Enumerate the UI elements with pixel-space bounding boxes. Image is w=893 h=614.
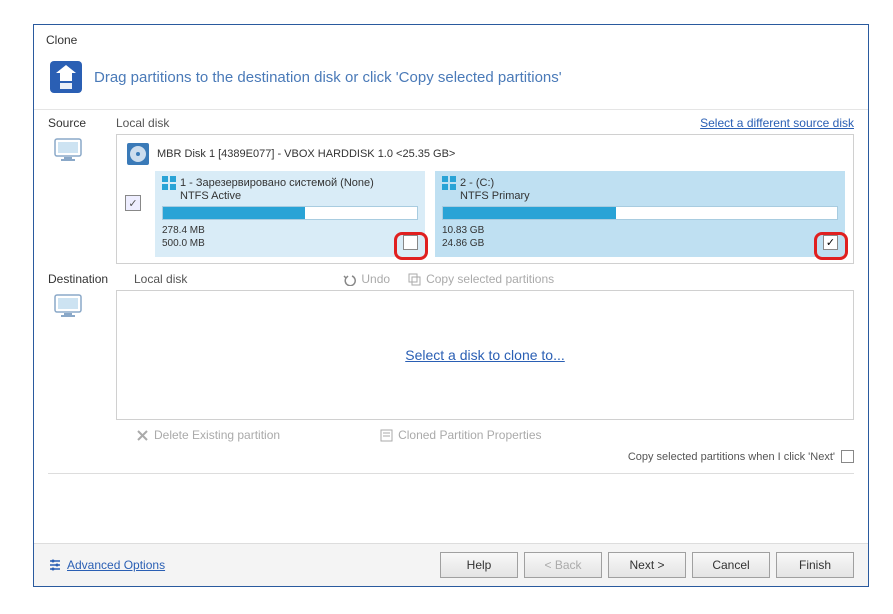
monitor-icon xyxy=(54,138,82,162)
partitions-row: ✓ 1 - Зарезервировано системой (None) NT… xyxy=(125,171,845,257)
cancel-button[interactable]: Cancel xyxy=(692,552,770,578)
undo-button[interactable]: Undo xyxy=(343,272,390,286)
window-title: Clone xyxy=(34,25,868,51)
separator xyxy=(48,473,854,474)
source-label: Source xyxy=(48,116,116,130)
finish-button[interactable]: Finish xyxy=(776,552,854,578)
next-button[interactable]: Next > xyxy=(608,552,686,578)
clone-window: Clone Drag partitions to the destination… xyxy=(33,24,869,587)
destination-body: Select a disk to clone to... xyxy=(34,290,868,420)
partition-properties-button[interactable]: Cloned Partition Properties xyxy=(380,428,541,442)
sliders-icon xyxy=(48,558,62,572)
usage-bar xyxy=(162,206,418,220)
app-icon xyxy=(48,59,84,95)
back-button[interactable]: < Back xyxy=(524,552,602,578)
bottom-bar: Advanced Options Help < Back Next > Canc… xyxy=(34,543,868,586)
header-text: Drag partitions to the destination disk … xyxy=(94,69,562,86)
destination-sub: Local disk xyxy=(134,272,187,286)
destination-panel: Select a disk to clone to... xyxy=(116,290,854,420)
hdd-icon xyxy=(125,141,151,167)
copy-icon xyxy=(408,273,421,286)
usage-bar xyxy=(442,206,838,220)
undo-icon xyxy=(343,273,356,286)
source-sub: Local disk xyxy=(116,116,169,130)
disk-label: MBR Disk 1 [4389E077] - VBOX HARDDISK 1.… xyxy=(157,148,455,160)
header: Drag partitions to the destination disk … xyxy=(34,51,868,110)
source-disk-panel: MBR Disk 1 [4389E077] - VBOX HARDDISK 1.… xyxy=(116,134,854,264)
partition-2[interactable]: 2 - (C:) NTFS Primary 10.83 GB 24.86 GB … xyxy=(435,171,845,257)
delete-partition-button[interactable]: Delete Existing partition xyxy=(136,428,280,442)
partition-name: 1 - Зарезервировано системой (None) xyxy=(180,177,374,189)
partition-name: 2 - (C:) xyxy=(460,177,494,189)
partition-stats: 278.4 MB 500.0 MB xyxy=(162,224,418,250)
select-destination-link[interactable]: Select a disk to clone to... xyxy=(405,347,565,363)
source-header-row: Source Local disk Select a different sou… xyxy=(34,110,868,134)
select-all-checkbox[interactable]: ✓ xyxy=(125,195,141,211)
source-side xyxy=(48,134,116,264)
partition-1-checkbox[interactable] xyxy=(403,235,418,250)
destination-side xyxy=(48,290,116,420)
help-button[interactable]: Help xyxy=(440,552,518,578)
properties-icon xyxy=(380,429,393,442)
partition-stats: 10.83 GB 24.86 GB xyxy=(442,224,838,250)
partition-1[interactable]: 1 - Зарезервировано системой (None) NTFS… xyxy=(155,171,425,257)
windows-icon xyxy=(162,176,176,190)
delete-icon xyxy=(136,429,149,442)
partition-2-checkbox[interactable]: ✓ xyxy=(823,235,838,250)
destination-label: Destination xyxy=(48,272,116,286)
lower-toolbar: Delete Existing partition Cloned Partiti… xyxy=(34,420,868,446)
copy-partitions-button[interactable]: Copy selected partitions xyxy=(408,272,554,286)
monitor-icon xyxy=(54,294,82,318)
copy-on-next-checkbox[interactable] xyxy=(841,450,854,463)
partition-fs: NTFS Primary xyxy=(442,190,838,202)
partition-fs: NTFS Active xyxy=(162,190,418,202)
advanced-options-link[interactable]: Advanced Options xyxy=(48,558,165,572)
select-source-link[interactable]: Select a different source disk xyxy=(700,116,854,130)
footer-option-row: Copy selected partitions when I click 'N… xyxy=(34,446,868,469)
disk-row[interactable]: MBR Disk 1 [4389E077] - VBOX HARDDISK 1.… xyxy=(125,141,845,167)
windows-icon xyxy=(442,176,456,190)
source-body: MBR Disk 1 [4389E077] - VBOX HARDDISK 1.… xyxy=(34,134,868,264)
copy-on-next-label: Copy selected partitions when I click 'N… xyxy=(628,451,835,463)
destination-toolbar: Destination Local disk Undo Copy selecte… xyxy=(34,264,868,290)
